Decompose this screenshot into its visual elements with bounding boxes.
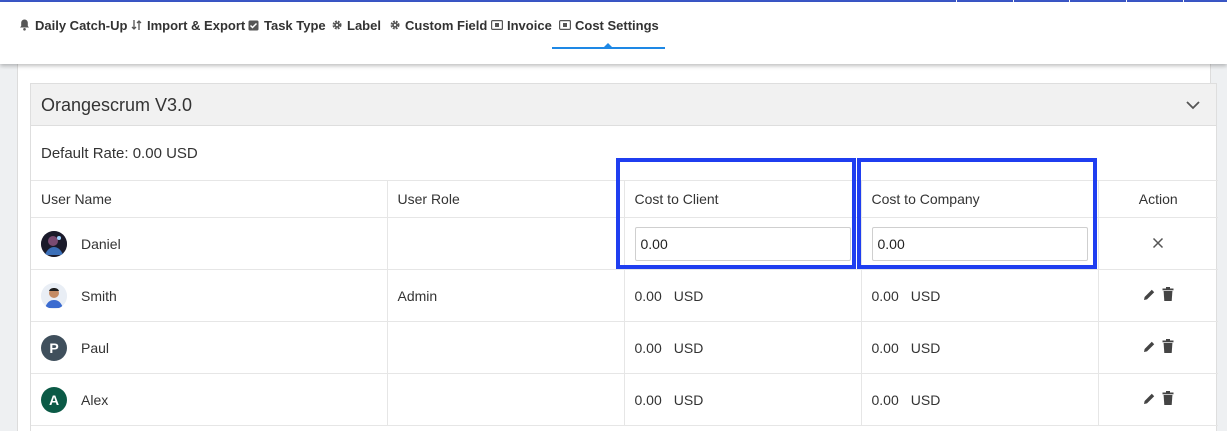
tab-custom-field[interactable]: Custom Field <box>388 2 487 48</box>
import-export-icon <box>130 19 143 32</box>
tab-task-type[interactable]: Task Type <box>247 2 326 48</box>
user-role <box>387 321 625 374</box>
trash-icon[interactable] <box>1162 391 1174 406</box>
user-role <box>387 217 625 270</box>
header-user-name: User Name <box>31 180 388 218</box>
user-role: Admin <box>387 269 625 322</box>
project-panel-header[interactable]: Orangescrum V3.0 <box>31 84 1216 126</box>
checkbox-icon <box>247 19 260 32</box>
cost-settings-page: Orangescrum V3.0 Default Rate: 0.00 USD … <box>17 64 1218 431</box>
avatar-daniel <box>41 230 67 257</box>
tab-label: Invoice <box>507 17 552 33</box>
edit-icon[interactable] <box>1143 392 1156 405</box>
trash-icon[interactable] <box>1162 339 1174 354</box>
tab-label: Import & Export <box>147 17 246 33</box>
gear-icon <box>330 19 343 32</box>
header-cost-to-client: Cost to Client <box>624 180 862 218</box>
tab-label: Custom Field <box>405 17 488 33</box>
header-cost-to-company: Cost to Company <box>861 180 1099 218</box>
tab-import-export[interactable]: Import & Export <box>130 2 245 48</box>
avatar-smith <box>41 282 67 309</box>
edit-icon[interactable] <box>1143 340 1156 353</box>
tab-label[interactable]: Label <box>330 2 381 48</box>
cost-icon <box>558 19 571 32</box>
bell-icon <box>18 19 31 32</box>
trash-icon[interactable] <box>1162 287 1174 302</box>
default-rate: Default Rate: 0.00 USD <box>41 145 198 162</box>
table-header-row: User Name User Role Cost to Client Cost … <box>31 180 1218 218</box>
table-row: P Paul 0.00 USD 0.00 USD <box>31 321 1218 374</box>
tab-label: Task Type <box>264 17 326 33</box>
tab-cost-settings[interactable]: Cost Settings <box>552 2 665 49</box>
active-tab-caret <box>604 43 613 47</box>
table-row-editing: Daniel <box>31 217 1218 270</box>
tab-label: Daily Catch-Up <box>35 17 128 33</box>
avatar-paul: P <box>41 334 67 361</box>
cost-to-company-input[interactable] <box>871 226 1088 261</box>
invoice-icon <box>490 19 503 32</box>
header-action: Action <box>1098 180 1218 218</box>
cost-to-company-value: 0.00 USD <box>871 339 941 356</box>
header-user-role: User Role <box>387 180 625 218</box>
user-name: Smith <box>81 287 117 304</box>
edit-icon[interactable] <box>1143 288 1156 301</box>
chevron-down-icon[interactable] <box>1184 96 1202 114</box>
table-row: Smith Admin 0.00 USD 0.00 USD <box>31 269 1218 322</box>
cost-to-client-value: 0.00 USD <box>634 391 704 408</box>
user-name: Paul <box>81 339 110 356</box>
user-name: Daniel <box>81 235 121 252</box>
cost-table: User Name User Role Cost to Client Cost … <box>31 180 1218 426</box>
project-title: Orangescrum V3.0 <box>41 95 193 115</box>
close-icon[interactable] <box>1152 237 1164 249</box>
table-row: A Alex 0.00 USD 0.00 USD <box>31 373 1218 426</box>
gear-icon <box>388 19 401 32</box>
tab-daily-catch-up[interactable]: Daily Catch-Up <box>18 2 127 48</box>
user-role <box>387 373 625 426</box>
user-name: Alex <box>81 391 109 408</box>
settings-tab-bar: Daily Catch-Up Import & Export Task Type… <box>0 2 1227 64</box>
tab-invoice[interactable]: Invoice <box>490 2 552 48</box>
tab-label: Cost Settings <box>575 17 659 33</box>
cost-to-client-value: 0.00 USD <box>634 287 704 304</box>
cost-to-client-value: 0.00 USD <box>634 339 704 356</box>
project-panel: Orangescrum V3.0 Default Rate: 0.00 USD … <box>30 83 1218 431</box>
avatar-alex: A <box>41 386 67 413</box>
tab-label-text: Label <box>347 17 381 33</box>
cost-to-company-value: 0.00 USD <box>871 287 941 304</box>
cost-to-client-input[interactable] <box>634 226 851 261</box>
cost-to-company-value: 0.00 USD <box>871 391 941 408</box>
